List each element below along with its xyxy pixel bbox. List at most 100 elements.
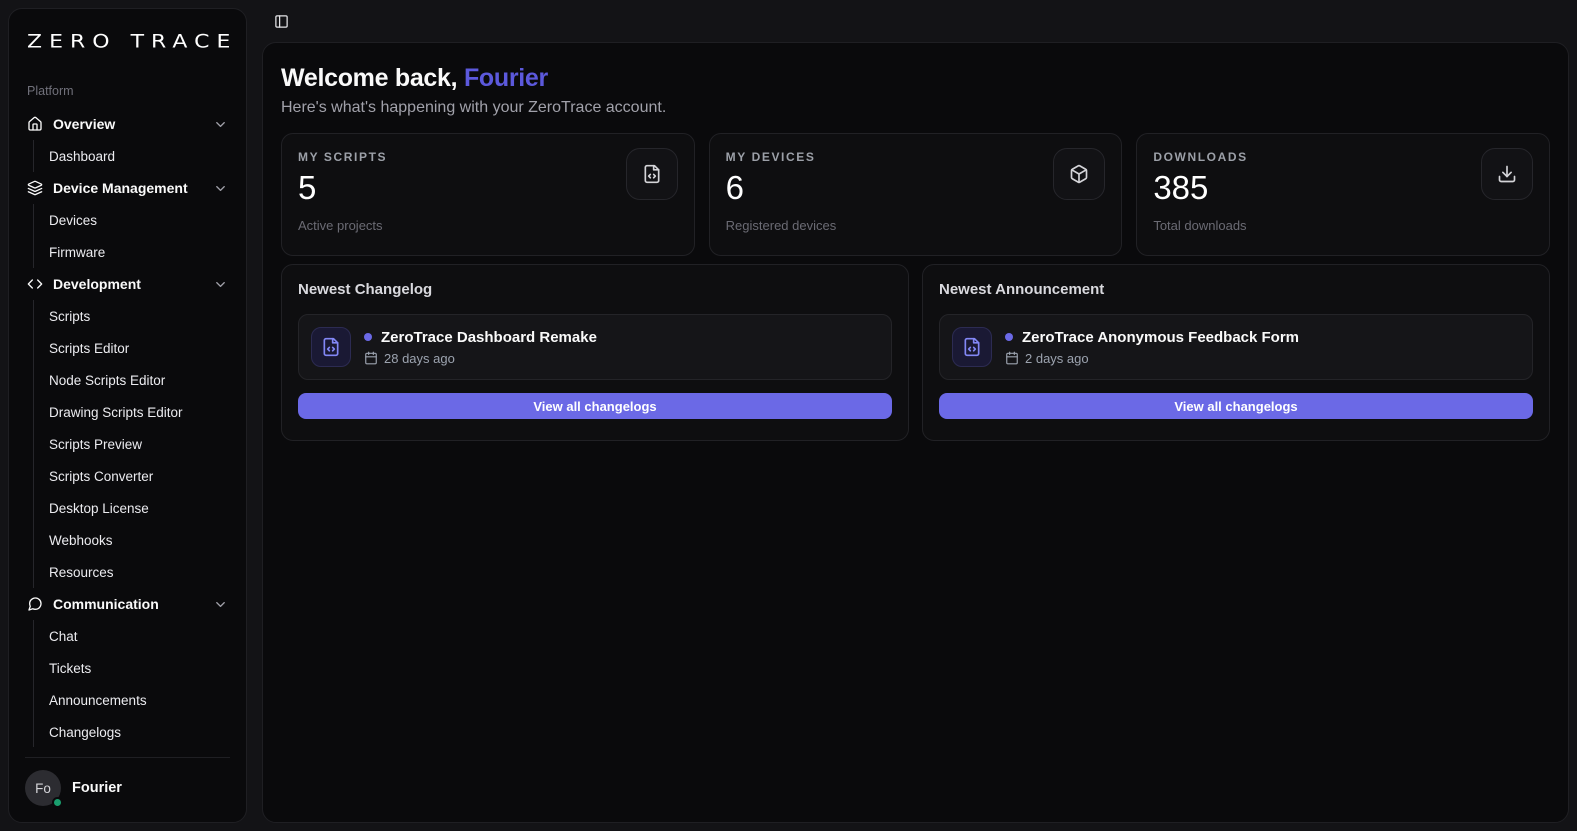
sidebar-item-tickets[interactable]: Tickets bbox=[49, 652, 230, 684]
sidebar-item-changelogs[interactable]: Changelogs bbox=[49, 716, 230, 747]
panel-title: Newest Changelog bbox=[298, 281, 433, 298]
stat-description: Registered devices bbox=[725, 218, 837, 234]
nav-children-overview: Dashboard bbox=[33, 140, 230, 172]
stat-card-my-scripts: MY SCRIPTS 5 Active projects bbox=[281, 133, 695, 256]
page-subtitle: Here's what's happening with your ZeroTr… bbox=[281, 99, 667, 116]
sidebar-item-label: Device Management bbox=[53, 180, 188, 196]
sidebar-nav: Overview Dashboard Device Management Dev… bbox=[25, 108, 230, 747]
sidebar-item-communication[interactable]: Communication bbox=[25, 588, 230, 620]
file-code-icon bbox=[644, 164, 660, 184]
panel-left-icon bbox=[275, 14, 288, 28]
stat-card-downloads: DOWNLOADS 385 Total downloads bbox=[1136, 133, 1550, 256]
announcement-icon-tile bbox=[952, 327, 992, 367]
sidebar-item-label: Communication bbox=[53, 596, 159, 612]
stats-row: MY SCRIPTS 5 Active projects MY DEVICES … bbox=[281, 133, 1550, 256]
stat-label: MY SCRIPTS bbox=[298, 150, 388, 164]
avatar[interactable]: Fo bbox=[25, 770, 63, 808]
nav-group-overview: Overview Dashboard bbox=[25, 108, 230, 172]
entry-text: ZeroTrace Dashboard Remake 28 days ago bbox=[364, 329, 597, 366]
calendar-icon bbox=[365, 351, 377, 365]
newest-announcement-card: Newest Announcement ZeroTrace Anonymous … bbox=[922, 264, 1550, 441]
main-column: Welcome back, Fourier Here's what's happ… bbox=[262, 0, 1569, 823]
sidebar-item-resources[interactable]: Resources bbox=[49, 556, 230, 588]
announcement-title: ZeroTrace Anonymous Feedback Form bbox=[1022, 328, 1300, 346]
stat-description: Active projects bbox=[298, 218, 383, 234]
main-panel: Welcome back, Fourier Here's what's happ… bbox=[262, 42, 1569, 823]
changelog-icon-tile bbox=[311, 327, 351, 367]
announcement-time: 2 days ago bbox=[1025, 350, 1089, 366]
panel-title: Newest Announcement bbox=[939, 281, 1105, 298]
sidebar-item-dashboard[interactable]: Dashboard bbox=[49, 140, 230, 172]
my-scripts-icon-button[interactable] bbox=[625, 148, 678, 200]
sidebar-item-development[interactable]: Development bbox=[25, 268, 230, 300]
sidebar-item-scripts[interactable]: Scripts bbox=[49, 300, 230, 332]
file-code-icon bbox=[964, 337, 980, 357]
sidebar-item-device-management[interactable]: Device Management bbox=[25, 172, 230, 204]
sidebar-user-footer: Fo Fourier bbox=[25, 757, 230, 808]
stat-description: Total downloads bbox=[1153, 218, 1247, 234]
announcement-entry[interactable]: ZeroTrace Anonymous Feedback Form 2 days… bbox=[939, 314, 1533, 380]
sidebar-item-chat[interactable]: Chat bbox=[49, 620, 230, 652]
stat-value: 5 bbox=[298, 169, 317, 206]
sidebar-item-firmware[interactable]: Firmware bbox=[49, 236, 230, 268]
nav-children-development: Scripts Scripts Editor Node Scripts Edit… bbox=[33, 300, 230, 588]
sidebar-item-desktop-license[interactable]: Desktop License bbox=[49, 492, 230, 524]
sidebar-item-scripts-converter[interactable]: Scripts Converter bbox=[49, 460, 230, 492]
sidebar-item-devices[interactable]: Devices bbox=[49, 204, 230, 236]
topbar bbox=[262, 0, 1569, 42]
downloads-icon-button[interactable] bbox=[1480, 148, 1533, 200]
sidebar-item-label: Overview bbox=[53, 116, 116, 132]
entry-title-row: ZeroTrace Dashboard Remake bbox=[364, 329, 597, 346]
layers-icon bbox=[27, 180, 43, 196]
view-all-changelogs-button[interactable]: View all changelogs bbox=[939, 393, 1533, 419]
newest-changelog-card: Newest Changelog ZeroTrace Dashboard Rem… bbox=[281, 264, 909, 441]
nav-children-device-management: Devices Firmware bbox=[33, 204, 230, 268]
bullet-dot-icon bbox=[1005, 333, 1013, 341]
my-devices-icon-button[interactable] bbox=[1053, 148, 1106, 200]
view-all-changelogs-button[interactable]: View all changelogs bbox=[298, 393, 892, 419]
sidebar-item-node-scripts-editor[interactable]: Node Scripts Editor bbox=[49, 364, 230, 396]
sidebar-section-label: Platform bbox=[27, 84, 74, 98]
entry-title-row: ZeroTrace Anonymous Feedback Form bbox=[1005, 329, 1299, 346]
page-title: Welcome back, Fourier bbox=[281, 64, 1550, 93]
stat-value: 6 bbox=[725, 169, 745, 206]
chevron-down-icon bbox=[216, 281, 225, 287]
sidebar-item-announcements[interactable]: Announcements bbox=[49, 684, 230, 716]
sidebar-toggle-button[interactable] bbox=[272, 12, 291, 31]
sidebar-item-label: Development bbox=[53, 276, 141, 292]
nav-group-device-management: Device Management Devices Firmware bbox=[25, 172, 230, 268]
avatar-initials: Fo bbox=[35, 780, 51, 796]
sidebar-item-overview[interactable]: Overview bbox=[25, 108, 230, 140]
zerotrace-logo: ZERO TRACE bbox=[27, 30, 238, 53]
sidebar: ZERO TRACE Platform Overview Dashboard D… bbox=[8, 8, 247, 823]
changelog-time: 28 days ago bbox=[384, 350, 455, 366]
online-status-dot bbox=[52, 797, 63, 808]
changelog-entry[interactable]: ZeroTrace Dashboard Remake 28 days ago bbox=[298, 314, 892, 380]
greeting-prefix: Welcome back, bbox=[281, 64, 458, 92]
calendar-icon bbox=[1006, 351, 1018, 365]
chevron-down-icon bbox=[216, 601, 225, 607]
sidebar-item-scripts-preview[interactable]: Scripts Preview bbox=[49, 428, 230, 460]
stat-value: 385 bbox=[1153, 169, 1209, 206]
stat-label: MY DEVICES bbox=[725, 150, 816, 164]
entry-time-row: 28 days ago bbox=[364, 351, 597, 366]
nav-group-communication: Communication Chat Tickets Announcements… bbox=[25, 588, 230, 747]
sidebar-item-drawing-scripts-editor[interactable]: Drawing Scripts Editor bbox=[49, 396, 230, 428]
chevron-down-icon bbox=[216, 185, 225, 191]
chat-icon bbox=[28, 597, 42, 611]
chevron-down-icon bbox=[216, 121, 225, 127]
entry-text: ZeroTrace Anonymous Feedback Form 2 days… bbox=[1005, 329, 1299, 366]
sidebar-item-scripts-editor[interactable]: Scripts Editor bbox=[49, 332, 230, 364]
entry-time-row: 2 days ago bbox=[1005, 351, 1299, 366]
stat-card-my-devices: MY DEVICES 6 Registered devices bbox=[708, 133, 1123, 256]
download-icon bbox=[1498, 165, 1516, 183]
panels-row: Newest Changelog ZeroTrace Dashboard Rem… bbox=[281, 264, 1550, 441]
file-code-icon bbox=[323, 337, 339, 357]
nav-group-development: Development Scripts Scripts Editor Node … bbox=[25, 268, 230, 588]
code-icon bbox=[27, 279, 43, 289]
bullet-dot-icon bbox=[364, 333, 372, 341]
nav-children-communication: Chat Tickets Announcements Changelogs bbox=[33, 620, 230, 747]
changelog-title: ZeroTrace Dashboard Remake bbox=[381, 328, 597, 346]
sidebar-item-webhooks[interactable]: Webhooks bbox=[49, 524, 230, 556]
stat-label: DOWNLOADS bbox=[1153, 150, 1248, 164]
